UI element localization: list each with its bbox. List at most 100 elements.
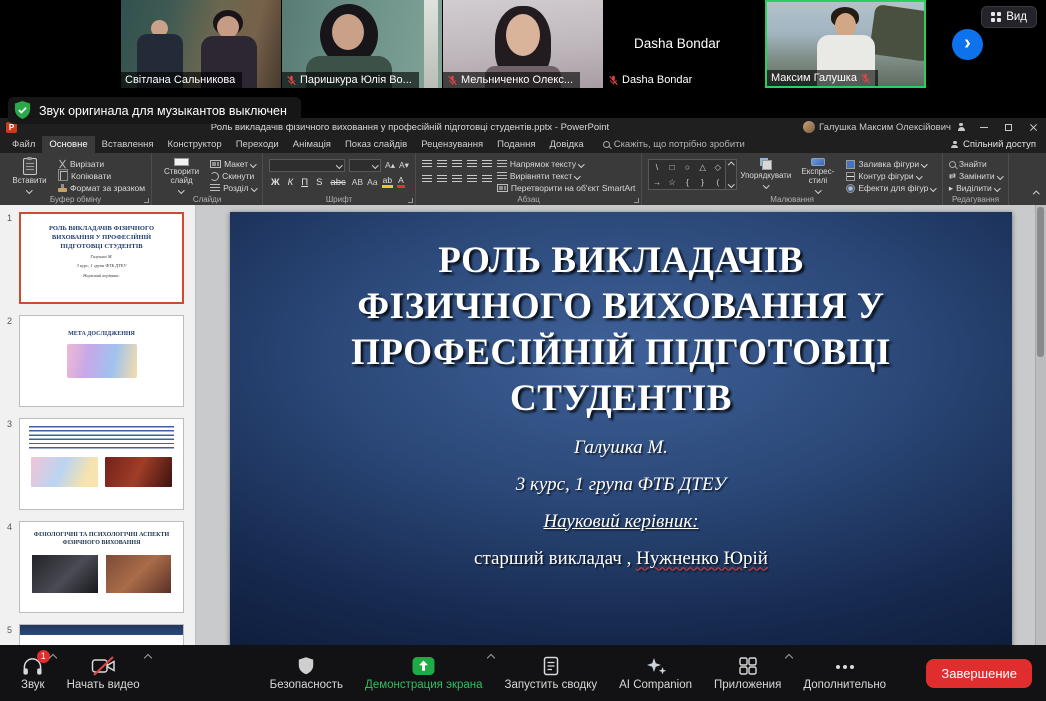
shape-gallery-scroll[interactable] xyxy=(726,159,737,190)
slide-thumbnail-4[interactable]: ФІЗІОЛОГІЧНІ ТА ПСИХОЛОГІЧНІ АСПЕКТИ ФІЗ… xyxy=(19,521,184,613)
paste-button[interactable]: Вставити xyxy=(6,156,53,192)
change-case-button[interactable]: Аа xyxy=(367,177,378,188)
align-right-icon[interactable] xyxy=(452,175,462,184)
font-color-button[interactable]: А xyxy=(397,176,405,188)
smartart-button[interactable]: Перетворити на об'єкт SmartArt xyxy=(497,183,635,193)
section-button[interactable]: Розділ xyxy=(210,183,256,193)
shape-effects-button[interactable]: Ефекти для фігур xyxy=(846,183,935,193)
scrollbar-thumb[interactable] xyxy=(1037,207,1044,357)
slide-thumbnail-1-selected[interactable]: РОЛЬ ВИКЛАДАЧІВ ФІЗИЧНОГО ВИХОВАННЯ У ПР… xyxy=(19,212,184,304)
restore-button[interactable] xyxy=(996,118,1021,136)
tab-design[interactable]: Конструктор xyxy=(161,136,229,153)
tab-home[interactable]: Основне xyxy=(42,136,94,153)
slide-thumbnail-5[interactable] xyxy=(19,624,184,645)
shape-diamond-icon[interactable]: ◇ xyxy=(715,162,722,172)
account-area[interactable]: Галушка Максим Олексійович xyxy=(803,121,951,133)
font-name-combo[interactable] xyxy=(269,159,345,172)
numbering-icon[interactable] xyxy=(437,160,447,169)
current-slide-canvas[interactable]: РОЛЬ ВИКЛАДАЧІВ ФІЗИЧНОГО ВИХОВАННЯ У ПР… xyxy=(230,212,1012,645)
font-size-combo[interactable] xyxy=(349,159,381,172)
replace-button[interactable]: ⇄Замінити xyxy=(949,171,1002,181)
text-shadow-button[interactable]: S xyxy=(314,177,324,188)
shrink-font-button[interactable]: А▾ xyxy=(399,160,409,171)
indent-decrease-icon[interactable] xyxy=(452,160,462,169)
collapse-ribbon-button[interactable] xyxy=(1034,183,1039,201)
participant-tile-3[interactable]: Мельниченко Олекс... xyxy=(443,0,604,88)
tab-insert[interactable]: Вставлення xyxy=(95,136,161,153)
vertical-scrollbar[interactable] xyxy=(1035,205,1046,645)
tab-transitions[interactable]: Переходи xyxy=(229,136,286,153)
shape-star-icon[interactable]: ☆ xyxy=(668,177,676,187)
security-button[interactable]: Безопасность xyxy=(259,645,354,701)
character-spacing-button[interactable]: АВ xyxy=(352,177,363,188)
group-label: Редагування xyxy=(943,195,1008,204)
audio-button[interactable]: Звук 1 xyxy=(10,645,56,701)
shape-rectangle-icon[interactable]: □ xyxy=(670,162,675,172)
text-direction-button[interactable]: Напрямок тексту xyxy=(497,159,635,169)
shape-fill-button[interactable]: Заливка фігури xyxy=(846,159,935,169)
participant-tile-2[interactable]: Паришкура Юлія Во... xyxy=(282,0,443,88)
apps-button[interactable]: Приложения xyxy=(703,645,792,701)
tab-file[interactable]: Файл xyxy=(5,136,42,153)
align-left-icon[interactable] xyxy=(422,175,432,184)
tab-review[interactable]: Рецензування xyxy=(414,136,490,153)
italic-button[interactable]: К xyxy=(286,177,296,188)
shape-triangle-icon[interactable]: △ xyxy=(699,162,706,172)
indent-increase-icon[interactable] xyxy=(467,160,477,169)
tab-help[interactable]: Довідка xyxy=(543,136,591,153)
share-screen-button[interactable]: Демонстрация экрана xyxy=(354,645,494,701)
shape-brace-right-icon[interactable]: } xyxy=(701,177,704,187)
format-painter-button[interactable]: Формат за зразком xyxy=(58,183,145,193)
align-text-button[interactable]: Вирівняти текст xyxy=(497,171,635,181)
tab-view[interactable]: Подання xyxy=(490,136,542,153)
summary-button[interactable]: Запустить сводку xyxy=(494,645,609,701)
bold-button[interactable]: Ж xyxy=(269,177,282,188)
align-center-icon[interactable] xyxy=(437,175,447,184)
tell-me-search[interactable]: Скажіть, що потрібно зробити xyxy=(603,139,745,150)
tab-slideshow[interactable]: Показ слайдів xyxy=(338,136,414,153)
bullets-icon[interactable] xyxy=(422,160,432,169)
arrange-button[interactable]: Упорядкувати xyxy=(742,156,789,192)
select-button[interactable]: ▸Виділити xyxy=(949,183,1002,193)
highlight-color-button[interactable]: ab xyxy=(382,176,393,188)
slide-row-1: 1 РОЛЬ ВИКЛАДАЧІВ ФІЗИЧНОГО ВИХОВАННЯ У … xyxy=(0,212,195,304)
slide-thumbnail-2[interactable]: МЕТА ДОСЛІДЖЕННЯ xyxy=(19,315,184,407)
participant-tile-1[interactable]: Світлана Сальникова xyxy=(121,0,282,88)
participant-tile-4[interactable]: Dasha Bondar Dasha Bondar xyxy=(604,0,765,88)
shape-ellipse-icon[interactable]: ○ xyxy=(685,162,690,172)
quick-styles-button[interactable]: Експрес-стилі xyxy=(794,156,841,192)
next-arrow-icon: › xyxy=(964,32,971,54)
layout-button[interactable]: Макет xyxy=(210,159,256,169)
reset-button[interactable]: Скинути xyxy=(210,171,256,181)
end-meeting-button[interactable]: Завершение xyxy=(926,659,1032,688)
tab-animations[interactable]: Анімація xyxy=(286,136,338,153)
start-video-button[interactable]: Начать видео xyxy=(56,645,151,701)
more-button[interactable]: Дополнительно xyxy=(792,645,897,701)
shape-arrow-icon[interactable]: → xyxy=(653,177,662,187)
justify-icon[interactable] xyxy=(467,175,477,184)
copy-button[interactable]: Копіювати xyxy=(58,171,145,181)
strikethrough-button[interactable]: abc xyxy=(328,177,347,188)
cut-button[interactable]: Вирізати xyxy=(58,159,145,169)
chevron-down-icon xyxy=(997,173,1003,179)
ai-companion-button[interactable]: AI Companion xyxy=(608,645,703,701)
shape-arc-icon[interactable]: ( xyxy=(716,177,719,187)
next-page-button[interactable]: › xyxy=(952,29,983,60)
share-button[interactable]: Спільний доступ xyxy=(951,139,1036,150)
line-spacing-icon[interactable] xyxy=(482,160,492,169)
underline-button[interactable]: П xyxy=(299,177,310,188)
close-button[interactable] xyxy=(1021,118,1046,136)
new-slide-button[interactable]: Створити слайд xyxy=(158,156,205,192)
grow-font-button[interactable]: А▴ xyxy=(385,160,395,171)
shape-fill-label: Заливка фігури xyxy=(858,159,919,169)
columns-icon[interactable] xyxy=(482,175,492,184)
shape-outline-button[interactable]: Контур фігури xyxy=(846,171,935,181)
shape-line-icon[interactable]: \ xyxy=(656,162,658,172)
participant-tile-5-active-speaker[interactable]: Максим Галушка xyxy=(765,0,926,88)
minimize-button[interactable] xyxy=(971,118,996,136)
slide-thumbnail-3[interactable] xyxy=(19,418,184,510)
shape-brace-left-icon[interactable]: { xyxy=(686,177,689,187)
view-button[interactable]: Вид xyxy=(981,6,1037,28)
find-button[interactable]: Знайти xyxy=(949,159,1002,169)
chevron-up-icon[interactable] xyxy=(143,654,151,662)
